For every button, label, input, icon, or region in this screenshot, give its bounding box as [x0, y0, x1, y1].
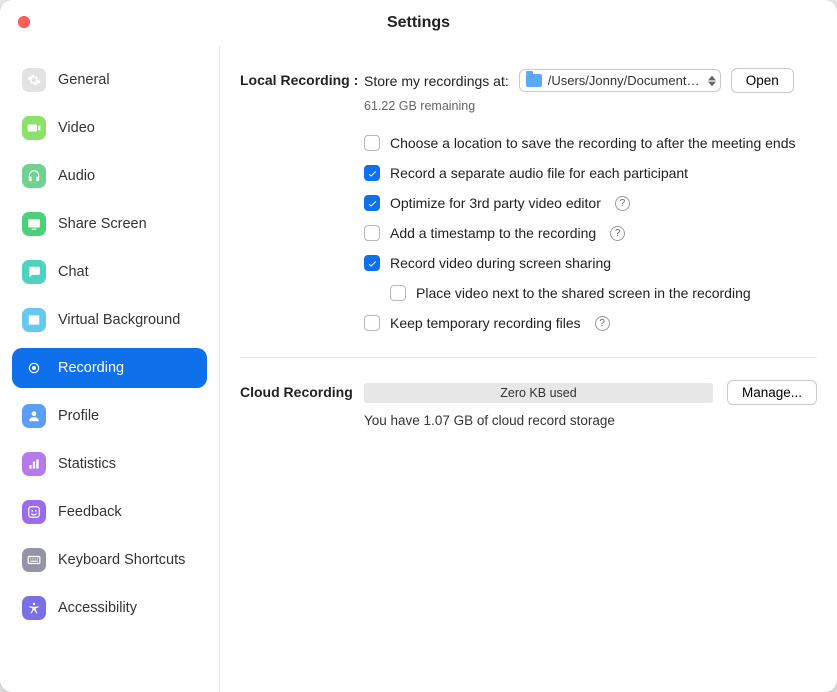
checkbox-keep_temp[interactable] — [364, 315, 380, 331]
sidebar-item-label: Profile — [58, 408, 99, 424]
window-title: Settings — [387, 14, 450, 32]
checkbox-sep_audio[interactable] — [364, 165, 380, 181]
sidebar: General Video Audio Share Screen Chat Virtual… — [0, 46, 220, 692]
sidebar-item-profile[interactable]: Profile — [12, 396, 207, 436]
screen-icon — [22, 212, 46, 236]
recording-path-text: /Users/Jonny/Documents/… — [548, 73, 702, 88]
help-icon[interactable]: ? — [595, 316, 610, 331]
checkbox-place_next[interactable] — [390, 285, 406, 301]
section-label-cloud: Cloud Recording — [240, 380, 364, 400]
sidebar-item-shortcuts[interactable]: Keyboard Shortcuts — [12, 540, 207, 580]
store-row: Store my recordings at: /Users/Jonny/Doc… — [364, 68, 817, 93]
chevron-updown-icon — [708, 75, 716, 86]
sidebar-item-label: Accessibility — [58, 600, 137, 616]
option-choose_loc: Choose a location to save the recording … — [364, 135, 817, 151]
sidebar-item-label: Video — [58, 120, 95, 136]
sidebar-item-video[interactable]: Video — [12, 108, 207, 148]
manage-cloud-button[interactable]: Manage... — [727, 380, 817, 405]
profile-icon — [22, 404, 46, 428]
section-body-cloud: Zero KB used Manage... You have 1.07 GB … — [364, 380, 817, 428]
section-cloud-recording: Cloud Recording Zero KB used Manage... Y… — [240, 380, 817, 428]
sidebar-item-label: Audio — [58, 168, 95, 184]
folder-icon — [526, 74, 542, 87]
a11y-icon — [22, 596, 46, 620]
sidebar-item-accessibility[interactable]: Accessibility — [12, 588, 207, 628]
face-icon — [22, 500, 46, 524]
store-label: Store my recordings at: — [364, 73, 509, 89]
titlebar: Settings — [0, 0, 837, 46]
sidebar-item-label: Share Screen — [58, 216, 147, 232]
option-label: Optimize for 3rd party video editor — [390, 195, 601, 211]
sidebar-item-audio[interactable]: Audio — [12, 156, 207, 196]
sidebar-item-share[interactable]: Share Screen — [12, 204, 207, 244]
person-icon — [22, 308, 46, 332]
window-body: General Video Audio Share Screen Chat Virtual… — [0, 46, 837, 692]
main-panel: Local Recording : Store my recordings at… — [220, 46, 837, 692]
checkbox-choose_loc[interactable] — [364, 135, 380, 151]
sidebar-item-recording[interactable]: Recording — [12, 348, 207, 388]
sidebar-item-label: Statistics — [58, 456, 116, 472]
cloud-storage-text: You have 1.07 GB of cloud record storage — [364, 413, 817, 428]
checkbox-timestamp[interactable] — [364, 225, 380, 241]
video-icon — [22, 116, 46, 140]
cloud-usage-row: Zero KB used Manage... — [364, 380, 817, 405]
option-timestamp: Add a timestamp to the recording? — [364, 225, 817, 241]
help-icon[interactable]: ? — [610, 226, 625, 241]
sidebar-item-statistics[interactable]: Statistics — [12, 444, 207, 484]
checkbox-optimize[interactable] — [364, 195, 380, 211]
bars-icon — [22, 452, 46, 476]
option-optimize: Optimize for 3rd party video editor? — [364, 195, 817, 211]
settings-window: Settings General Video Audio Share Screen Ch… — [0, 0, 837, 692]
sidebar-item-label: Chat — [58, 264, 89, 280]
sidebar-item-label: Feedback — [58, 504, 122, 520]
zoom-window-button[interactable] — [58, 16, 70, 28]
keyboard-icon — [22, 548, 46, 572]
window-controls — [18, 16, 70, 28]
sidebar-item-label: General — [58, 72, 110, 88]
option-rec_screen: Record video during screen sharing — [364, 255, 817, 271]
option-place_next: Place video next to the shared screen in… — [390, 285, 817, 301]
sidebar-item-vbg[interactable]: Virtual Background — [12, 300, 207, 340]
sidebar-item-label: Virtual Background — [58, 312, 180, 328]
record-icon — [22, 356, 46, 380]
section-divider — [240, 357, 817, 358]
sidebar-item-general[interactable]: General — [12, 60, 207, 100]
option-label: Add a timestamp to the recording — [390, 225, 596, 241]
headphones-icon — [22, 164, 46, 188]
recording-path-popup[interactable]: /Users/Jonny/Documents/… — [519, 69, 721, 92]
section-local-recording: Local Recording : Store my recordings at… — [240, 68, 817, 331]
chat-icon — [22, 260, 46, 284]
checkbox-rec_screen[interactable] — [364, 255, 380, 271]
section-body-local: Store my recordings at: /Users/Jonny/Doc… — [364, 68, 817, 331]
local-options-list: Choose a location to save the recording … — [364, 135, 817, 331]
sidebar-item-label: Keyboard Shortcuts — [58, 552, 185, 568]
option-label: Place video next to the shared screen in… — [416, 285, 751, 301]
gear-icon — [22, 68, 46, 92]
open-folder-button[interactable]: Open — [731, 68, 794, 93]
sidebar-item-label: Recording — [58, 360, 124, 376]
option-sep_audio: Record a separate audio file for each pa… — [364, 165, 817, 181]
cloud-usage-bar: Zero KB used — [364, 383, 713, 403]
section-label-local: Local Recording : — [240, 68, 364, 88]
option-keep_temp: Keep temporary recording files? — [364, 315, 817, 331]
close-window-button[interactable] — [18, 16, 30, 28]
option-label: Keep temporary recording files — [390, 315, 581, 331]
sidebar-item-chat[interactable]: Chat — [12, 252, 207, 292]
minimize-window-button[interactable] — [38, 16, 50, 28]
help-icon[interactable]: ? — [615, 196, 630, 211]
option-label: Record a separate audio file for each pa… — [390, 165, 688, 181]
cloud-usage-text: Zero KB used — [500, 386, 576, 400]
sidebar-item-feedback[interactable]: Feedback — [12, 492, 207, 532]
option-label: Record video during screen sharing — [390, 255, 611, 271]
remaining-space-text: 61.22 GB remaining — [364, 99, 817, 113]
option-label: Choose a location to save the recording … — [390, 135, 795, 151]
